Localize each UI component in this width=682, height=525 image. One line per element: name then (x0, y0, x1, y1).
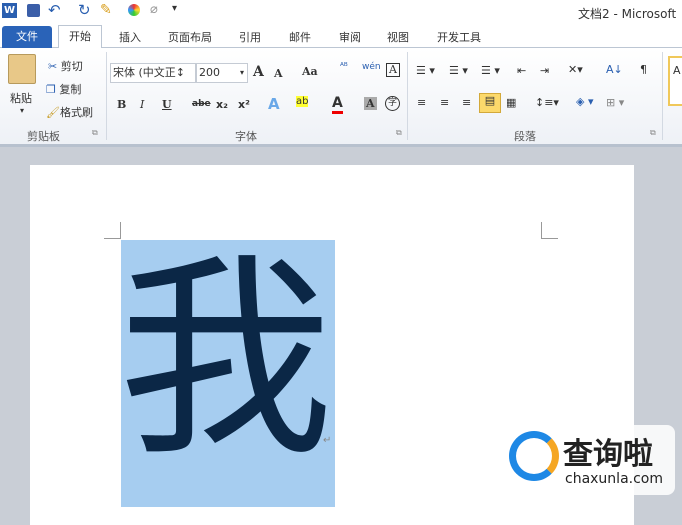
highlight-icon[interactable]: ab (296, 96, 309, 107)
ribbon-tabs: 文件 开始 插入 页面布局 引用 邮件 审阅 视图 开发工具 (0, 24, 682, 49)
color-icon[interactable] (128, 4, 140, 16)
brush-icon: 🖌 (46, 106, 60, 119)
justify-icon[interactable]: ▤ (479, 93, 501, 113)
font-launcher-icon[interactable]: ⧉ (396, 128, 402, 138)
multilevel-list-icon[interactable]: ☰ ▾ (481, 64, 500, 77)
align-center-icon[interactable]: ≡ (440, 96, 449, 109)
watermark-logo-icon (509, 431, 559, 481)
line-spacing-icon[interactable]: ↕≡▾ (535, 96, 559, 109)
tab-file[interactable]: 文件 (2, 26, 52, 48)
paste-dropdown[interactable]: ▾ (20, 106, 24, 115)
paste-button[interactable]: 粘贴 (10, 90, 32, 106)
margin-corner-mark (541, 222, 558, 239)
subscript-button[interactable]: x₂ (216, 98, 228, 111)
ribbon-border (0, 144, 682, 147)
text-effects-icon[interactable]: A (268, 95, 280, 113)
paint-icon[interactable]: ✎ (100, 2, 112, 18)
shading-icon[interactable]: ◈ ▾ (576, 95, 593, 108)
tab-references[interactable]: 引用 (230, 27, 270, 48)
tab-review[interactable]: 审阅 (330, 27, 370, 48)
underline-button[interactable]: U (162, 98, 172, 111)
clipboard-launcher-icon[interactable]: ⧉ (92, 128, 98, 138)
tab-view[interactable]: 视图 (378, 27, 418, 48)
tab-page-layout[interactable]: 页面布局 (160, 27, 220, 48)
window-title: 文档2 - Microsoft (578, 7, 677, 21)
copy-button[interactable]: ❐ 复制 (46, 81, 81, 97)
watermark-name: 查询啦 (563, 437, 653, 472)
paragraph-mark: ↵ (323, 435, 332, 446)
bullets-icon[interactable]: ☰ ▾ (416, 64, 435, 77)
align-left-icon[interactable]: ≡ (417, 96, 426, 109)
customize-icon[interactable]: ▾ (172, 3, 177, 14)
divider (106, 52, 107, 140)
font-group-label: 字体 (235, 130, 257, 143)
bold-button[interactable]: B (117, 98, 126, 111)
decrease-indent-icon[interactable]: ⇤ (517, 64, 526, 77)
show-marks-icon[interactable]: ¶ (640, 63, 647, 76)
increase-indent-icon[interactable]: ⇥ (540, 64, 549, 77)
change-case-button[interactable]: Aa (302, 65, 318, 78)
tab-insert[interactable]: 插入 (108, 27, 152, 48)
font-name-combo[interactable]: 宋体 (中文正↕ (110, 63, 196, 83)
shrink-font-button[interactable]: A (274, 67, 283, 80)
numbering-icon[interactable]: ☰ ▾ (449, 64, 468, 77)
watermark-url: chaxunla.com (565, 471, 663, 487)
scissors-icon: ✂ (48, 60, 58, 73)
undo-icon[interactable]: ↶ (48, 1, 61, 19)
word-icon: W (2, 3, 17, 18)
char-border-button[interactable]: A (386, 63, 400, 77)
grow-font-button[interactable]: A (253, 64, 264, 80)
phonetic-guide-button[interactable]: wén (362, 62, 381, 72)
tab-developer[interactable]: 开发工具 (428, 27, 490, 48)
style-gallery-item[interactable]: A (668, 56, 682, 106)
clear-format-icon[interactable]: ᴬᴮ (340, 62, 348, 72)
strikethrough-button[interactable]: abe (192, 99, 211, 109)
divider (662, 52, 663, 140)
paste-icon[interactable] (8, 54, 36, 84)
document-text[interactable]: 我 (118, 250, 338, 470)
divider (407, 52, 408, 140)
format-painter-button[interactable]: 🖌格式刷 (46, 104, 93, 120)
font-size-combo[interactable]: 200 ▾ (196, 63, 248, 83)
italic-button[interactable]: I (140, 98, 144, 111)
tab-home[interactable]: 开始 (58, 25, 102, 49)
align-right-icon[interactable]: ≡ (462, 96, 471, 109)
cut-button[interactable]: ✂ 剪切 (48, 58, 83, 74)
clipboard-group-label: 剪贴板 (27, 130, 60, 143)
redo-icon[interactable]: ↻ (78, 1, 91, 19)
char-shading-button[interactable]: A (364, 97, 377, 110)
asian-layout-icon[interactable]: ✕▾ (568, 63, 583, 76)
copy-icon: ❐ (46, 83, 56, 96)
font-color-icon[interactable]: A (332, 95, 343, 114)
superscript-button[interactable]: x² (238, 98, 250, 111)
distributed-icon[interactable]: ▦ (506, 96, 516, 109)
paragraph-launcher-icon[interactable]: ⧉ (650, 128, 656, 138)
save-icon[interactable] (27, 4, 40, 17)
enclose-char-button[interactable]: 字 (385, 96, 400, 111)
ribbon: 粘贴 ▾ ✂ 剪切 ❐ 复制 🖌格式刷 剪贴板 ⧉ 宋体 (中文正↕ 200 ▾ … (0, 48, 682, 144)
clear-icon[interactable]: ⌀ (150, 2, 158, 17)
title-bar: W ↶ ↻ ✎ ⌀ ▾ 文档2 - Microsoft (0, 0, 682, 24)
sort-icon[interactable]: A↓ (606, 63, 623, 76)
tab-mailings[interactable]: 邮件 (280, 27, 320, 48)
borders-icon[interactable]: ⊞ ▾ (606, 96, 624, 109)
watermark: 查询啦 chaxunla.com (505, 425, 675, 495)
paragraph-group-label: 段落 (514, 130, 536, 143)
